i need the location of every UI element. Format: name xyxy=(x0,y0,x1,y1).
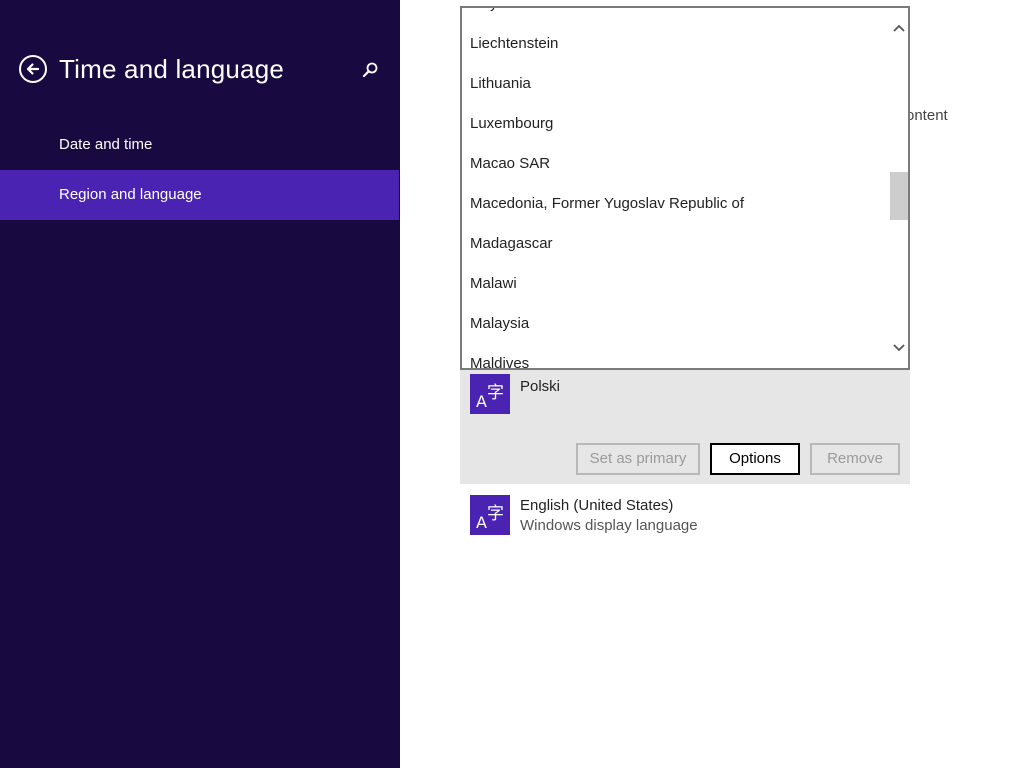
dropdown-item-malawi[interactable]: Malawi xyxy=(462,264,892,304)
sidebar-item-date-and-time[interactable]: Date and time xyxy=(0,120,399,170)
options-button[interactable]: Options xyxy=(710,443,800,475)
language-subtitle: Windows display language xyxy=(520,517,698,534)
scrollbar[interactable] xyxy=(890,8,908,368)
partial-content-text: ontent xyxy=(906,107,948,124)
dropdown-items: Libya Liechtenstein Lithuania Luxembourg… xyxy=(462,8,892,368)
language-item-polski[interactable]: A 字 Polski Set as primary Options Remove xyxy=(460,368,910,484)
scrollbar-thumb[interactable] xyxy=(890,172,908,220)
country-dropdown-list[interactable]: Libya Liechtenstein Lithuania Luxembourg… xyxy=(460,6,910,370)
sidebar-item-label: Region and language xyxy=(59,186,202,203)
dropdown-item-luxembourg[interactable]: Luxembourg xyxy=(462,104,892,144)
language-name[interactable]: English (United States) xyxy=(520,497,673,514)
sidebar-item-region-and-language[interactable]: Region and language xyxy=(0,170,399,220)
sidebar-item-label: Date and time xyxy=(59,136,153,153)
svg-text:A: A xyxy=(476,392,487,411)
svg-text:字: 字 xyxy=(487,504,504,524)
remove-button[interactable]: Remove xyxy=(810,443,900,475)
dropdown-item-maldives[interactable]: Maldives xyxy=(462,344,892,368)
set-as-primary-button[interactable]: Set as primary xyxy=(576,443,700,475)
dropdown-item-malaysia[interactable]: Malaysia xyxy=(462,304,892,344)
page-title: Time and language xyxy=(59,54,285,84)
search-icon[interactable] xyxy=(360,60,380,80)
dropdown-item-lithuania[interactable]: Lithuania xyxy=(462,64,892,104)
svg-text:字: 字 xyxy=(487,383,504,403)
language-icon: A 字 xyxy=(470,374,510,414)
language-icon: A 字 xyxy=(470,495,510,535)
dropdown-item-libya[interactable]: Libya xyxy=(462,8,892,24)
language-name: Polski xyxy=(520,378,561,395)
chevron-down-icon[interactable] xyxy=(890,338,908,356)
dropdown-item-liechtenstein[interactable]: Liechtenstein xyxy=(462,24,892,64)
dropdown-item-macedonia[interactable]: Macedonia, Former Yugoslav Republic of xyxy=(462,184,892,224)
sidebar: Time and language Date and time Region a… xyxy=(0,0,400,768)
svg-text:A: A xyxy=(476,513,487,532)
dropdown-item-madagascar[interactable]: Madagascar xyxy=(462,224,892,264)
chevron-up-icon[interactable] xyxy=(890,20,908,38)
dropdown-item-macao-sar[interactable]: Macao SAR xyxy=(462,144,892,184)
back-arrow-icon[interactable] xyxy=(19,55,47,83)
